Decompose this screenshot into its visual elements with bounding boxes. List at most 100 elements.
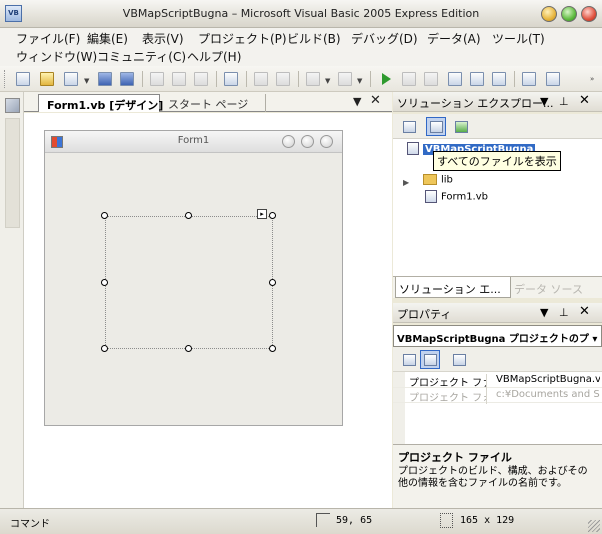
property-pages-icon[interactable] [449, 350, 469, 369]
property-row[interactable]: プロジェクト フォル c:¥Documents and Se [393, 388, 602, 404]
toolbox-tab[interactable] [5, 118, 20, 228]
solution-explorer-toolbar [393, 114, 602, 138]
resize-handle[interactable] [101, 279, 108, 286]
resize-handle[interactable] [185, 345, 192, 352]
menu-window[interactable]: ウィンドウ(W) [16, 48, 97, 65]
step-into-icon[interactable] [446, 70, 464, 88]
selected-control[interactable] [105, 216, 273, 349]
undo-icon[interactable] [304, 70, 322, 88]
cut-icon[interactable] [148, 70, 166, 88]
toolbox-strip [0, 92, 24, 508]
pin-icon[interactable]: ⊥ [559, 306, 569, 319]
properties-view-icon[interactable] [399, 117, 419, 136]
window-list-icon[interactable]: ▼ [353, 95, 361, 108]
add-item-dropdown-icon[interactable]: ▼ [84, 77, 89, 85]
menu-debug[interactable]: デバッグ(D) [351, 30, 418, 47]
window-title: VBMapScriptBugna – Microsoft Visual Basi… [122, 7, 480, 20]
toolbar-overflow-icon[interactable]: » [590, 75, 594, 83]
panel-menu-icon[interactable]: ▼ [540, 306, 548, 319]
properties-header: プロパティ ▼ ⊥ ✕ [393, 303, 602, 323]
tree-item-lib[interactable]: lib [423, 174, 453, 186]
close-document-icon[interactable]: ✕ [370, 93, 381, 108]
add-item-icon[interactable] [62, 70, 80, 88]
menu-help[interactable]: ヘルプ(H) [187, 48, 241, 65]
solution-explorer-title: ソリューション エクスプロー... [397, 97, 554, 110]
alphabetical-icon[interactable] [420, 350, 440, 369]
minimize-button[interactable] [541, 6, 557, 22]
close-window-button[interactable] [581, 6, 597, 22]
menu-edit[interactable]: 編集(E) [87, 30, 128, 47]
uncomment-icon[interactable] [274, 70, 292, 88]
tab-data-sources[interactable]: データ ソース [511, 277, 599, 298]
menu-data[interactable]: データ(A) [427, 30, 481, 47]
solution-explorer-icon[interactable] [520, 70, 538, 88]
step-out-icon[interactable] [490, 70, 508, 88]
new-project-icon[interactable] [14, 70, 32, 88]
tab-solution-explorer[interactable]: ソリューション エ... [395, 277, 511, 298]
find-icon[interactable] [222, 70, 240, 88]
pin-icon[interactable]: ⊥ [559, 95, 569, 108]
toolbar-separator [370, 71, 371, 87]
resize-handle[interactable] [269, 279, 276, 286]
property-value[interactable]: c:¥Documents and Se [496, 389, 600, 400]
tree-item-label: Form1.vb [441, 191, 488, 203]
redo-dropdown-icon[interactable]: ▼ [357, 77, 362, 85]
expand-icon[interactable]: ▶ [403, 178, 409, 187]
solution-panel-tabs: ソリューション エ... データ ソース [393, 276, 602, 298]
object-selector[interactable]: VBMapScriptBugna プロジェクトのプ ▾ [393, 325, 602, 347]
save-all-icon[interactable] [118, 70, 136, 88]
tree-item-form1[interactable]: Form1.vb [425, 190, 488, 203]
categorized-icon[interactable] [399, 350, 419, 369]
resize-handle[interactable] [101, 345, 108, 352]
open-icon[interactable] [38, 70, 56, 88]
property-value[interactable]: VBMapScriptBugna.vb [496, 374, 600, 385]
paste-icon[interactable] [192, 70, 210, 88]
menu-build[interactable]: ビルド(B) [287, 30, 341, 47]
panel-menu-icon[interactable]: ▼ [540, 95, 548, 108]
solution-explorer-header: ソリューション エクスプロー... ▼ ⊥ ✕ [393, 92, 602, 112]
toolbar-separator [298, 71, 299, 87]
position-icon [316, 513, 330, 527]
save-icon[interactable] [96, 70, 114, 88]
vb-project-icon [407, 142, 419, 155]
resize-handle[interactable] [185, 212, 192, 219]
show-all-files-icon[interactable] [426, 117, 446, 136]
pause-icon[interactable] [400, 70, 418, 88]
toolbar-separator [246, 71, 247, 87]
resize-grip[interactable] [588, 520, 600, 532]
form1-caption: Form1 [177, 135, 210, 146]
redo-icon[interactable] [336, 70, 354, 88]
resize-handle[interactable] [269, 212, 276, 219]
toolbar-separator [514, 71, 515, 87]
properties-icon[interactable] [544, 70, 562, 88]
start-icon[interactable] [382, 73, 391, 85]
description-title: プロジェクト ファイル [398, 451, 512, 464]
property-row[interactable]: プロジェクト ファイ VBMapScriptBugna.vb [393, 373, 602, 389]
refresh-icon[interactable] [451, 117, 471, 136]
menu-view[interactable]: 表示(V) [142, 30, 184, 47]
menu-project[interactable]: プロジェクト(P) [198, 30, 287, 47]
step-over-icon[interactable] [468, 70, 486, 88]
comment-icon[interactable] [252, 70, 270, 88]
form1-titlebar[interactable]: Form1 [45, 131, 342, 153]
form-maximize-icon [301, 135, 314, 148]
toolbar-grip[interactable] [4, 70, 7, 88]
close-panel-icon[interactable]: ✕ [579, 304, 590, 319]
tab-form1-design[interactable]: Form1.vb [デザイン] [38, 94, 163, 112]
resize-handle[interactable] [101, 212, 108, 219]
document-tab-strip: Form1.vb [デザイン] スタート ページ ▼ ✕ [24, 92, 392, 112]
undo-dropdown-icon[interactable]: ▼ [325, 77, 330, 85]
menu-file[interactable]: ファイル(F) [16, 30, 80, 47]
stop-icon[interactable] [422, 70, 440, 88]
menu-tools[interactable]: ツール(T) [492, 30, 545, 47]
close-panel-icon[interactable]: ✕ [579, 93, 590, 108]
toolbox-icon[interactable] [5, 98, 20, 113]
copy-icon[interactable] [170, 70, 188, 88]
menu-community[interactable]: コミュニティ(C) [97, 48, 186, 65]
resize-handle[interactable] [269, 345, 276, 352]
tab-start-page[interactable]: スタート ページ [160, 94, 266, 112]
form-close-icon [320, 135, 333, 148]
status-bar: コマンド 59, 65 165 x 129 [0, 508, 602, 534]
maximize-button[interactable] [561, 6, 577, 22]
smart-tag-icon[interactable]: ▸ [257, 209, 267, 219]
